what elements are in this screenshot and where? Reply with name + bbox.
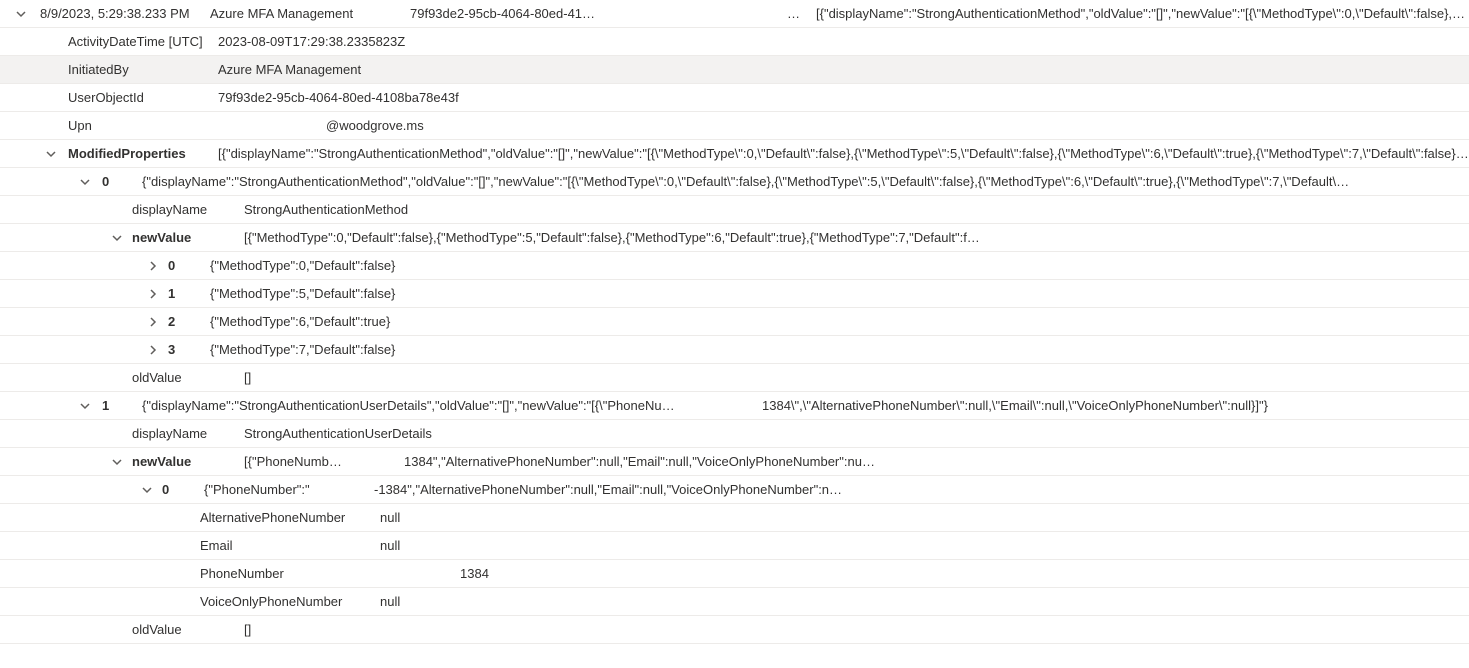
modified-item-1[interactable]: 1 {"displayName":"StrongAuthenticationUs…	[0, 392, 1469, 420]
field-value: @woodgrove.ms	[326, 118, 1469, 133]
field-value: null	[380, 510, 1469, 525]
field-value: 1384	[460, 566, 1469, 581]
idx-label: 2	[168, 314, 210, 329]
item0-newvalue[interactable]: newValue [{"MethodType":0,"Default":fals…	[0, 224, 1469, 252]
field-value: Azure MFA Management	[218, 62, 1469, 77]
item-summary-b: -1384","AlternativePhoneNumber":null,"Em…	[374, 482, 1469, 497]
item1-oldvalue: oldValue []	[0, 616, 1469, 644]
item0-newvalue-3[interactable]: 3 {"MethodType":7,"Default":false}	[0, 336, 1469, 364]
col-timestamp: 8/9/2023, 5:29:38.233 PM	[40, 6, 210, 21]
field-label: UserObjectId	[68, 90, 218, 105]
field-activitydatetime: ActivityDateTime [UTC] 2023-08-09T17:29:…	[0, 28, 1469, 56]
field-value: StrongAuthenticationUserDetails	[244, 426, 1469, 441]
chevron-down-icon[interactable]	[140, 483, 154, 497]
newvalue-summary-a: [{"PhoneNumber"	[244, 454, 344, 469]
col-json: [{"displayName":"StrongAuthenticationMet…	[816, 6, 1469, 21]
idx-label: 3	[168, 342, 210, 357]
chevron-down-icon[interactable]	[14, 7, 28, 21]
idx-label: 0	[162, 482, 204, 497]
item0-displayname: displayName StrongAuthenticationMethod	[0, 196, 1469, 224]
ud-email: Email null	[0, 532, 1469, 560]
newvalue-summary-b: 1384","AlternativePhoneNumber":null,"Ema…	[404, 454, 1469, 469]
field-label: ModifiedProperties	[68, 146, 218, 161]
field-label: newValue	[132, 230, 244, 245]
field-value: null	[380, 538, 1469, 553]
idx-label: 0	[168, 258, 210, 273]
field-label: newValue	[132, 454, 244, 469]
item1-newvalue[interactable]: newValue [{"PhoneNumber" 1384","Alternat…	[0, 448, 1469, 476]
item1-displayname: displayName StrongAuthenticationUserDeta…	[0, 420, 1469, 448]
record-header[interactable]: 8/9/2023, 5:29:38.233 PM Azure MFA Manag…	[0, 0, 1469, 28]
chevron-right-icon[interactable]	[146, 259, 160, 273]
field-label: oldValue	[132, 622, 244, 637]
field-value: [{"displayName":"StrongAuthenticationMet…	[218, 146, 1469, 161]
chevron-down-icon[interactable]	[78, 399, 92, 413]
chevron-down-icon[interactable]	[110, 455, 124, 469]
field-value: 2023-08-09T17:29:38.2335823Z	[218, 34, 1469, 49]
chevron-down-icon[interactable]	[78, 175, 92, 189]
field-label: InitiatedBy	[68, 62, 218, 77]
item-value: {"MethodType":5,"Default":false}	[210, 286, 1469, 301]
col-service: Azure MFA Management	[210, 6, 410, 21]
item-summary-a: {"PhoneNumber":"	[204, 482, 314, 497]
idx-label: 0	[102, 174, 142, 189]
item-summary-b: 1384\",\"AlternativePhoneNumber\":null,\…	[762, 398, 1469, 413]
field-upn: Upn @woodgrove.ms	[0, 112, 1469, 140]
item0-oldvalue: oldValue []	[0, 364, 1469, 392]
item0-newvalue-0[interactable]: 0 {"MethodType":0,"Default":false}	[0, 252, 1469, 280]
modified-item-0[interactable]: 0 {"displayName":"StrongAuthenticationMe…	[0, 168, 1469, 196]
item0-newvalue-1[interactable]: 1 {"MethodType":5,"Default":false}	[0, 280, 1469, 308]
field-label: PhoneNumber	[200, 566, 380, 581]
item-value: {"MethodType":7,"Default":false}	[210, 342, 1469, 357]
chevron-down-icon[interactable]	[110, 231, 124, 245]
field-label: oldValue	[132, 370, 244, 385]
field-label: ActivityDateTime [UTC]	[68, 34, 218, 49]
chevron-right-icon[interactable]	[146, 287, 160, 301]
field-label: displayName	[132, 202, 244, 217]
item0-newvalue-2[interactable]: 2 {"MethodType":6,"Default":true}	[0, 308, 1469, 336]
idx-label: 1	[102, 398, 142, 413]
field-label: Upn	[68, 118, 218, 133]
field-value: null	[380, 594, 1469, 609]
field-initiatedby: InitiatedBy Azure MFA Management	[0, 56, 1469, 84]
field-userobjectid: UserObjectId 79f93de2-95cb-4064-80ed-410…	[0, 84, 1469, 112]
chevron-right-icon[interactable]	[146, 315, 160, 329]
ud-voice: VoiceOnlyPhoneNumber null	[0, 588, 1469, 616]
idx-label: 1	[168, 286, 210, 301]
field-label: AlternativePhoneNumber	[200, 510, 380, 525]
field-label: displayName	[132, 426, 244, 441]
item-summary-a: {"displayName":"StrongAuthenticationUser…	[142, 398, 682, 413]
item-value: {"MethodType":6,"Default":true}	[210, 314, 1469, 329]
ud-alt: AlternativePhoneNumber null	[0, 504, 1469, 532]
field-value: []	[244, 370, 1469, 385]
field-value: []	[244, 622, 1469, 637]
ud-phone: PhoneNumber 1384	[0, 560, 1469, 588]
col-ellipsis: …	[770, 6, 800, 21]
field-value: StrongAuthenticationMethod	[244, 202, 1469, 217]
item1-newvalue-0[interactable]: 0 {"PhoneNumber":" -1384","AlternativePh…	[0, 476, 1469, 504]
field-value: [{"MethodType":0,"Default":false},{"Meth…	[244, 230, 1469, 245]
item-value: {"MethodType":0,"Default":false}	[210, 258, 1469, 273]
field-value: 79f93de2-95cb-4064-80ed-4108ba78e43f	[218, 90, 1469, 105]
chevron-down-icon[interactable]	[44, 147, 58, 161]
field-label: Email	[200, 538, 380, 553]
chevron-right-icon[interactable]	[146, 343, 160, 357]
field-label: VoiceOnlyPhoneNumber	[200, 594, 380, 609]
item-summary: {"displayName":"StrongAuthenticationMeth…	[142, 174, 1469, 189]
modified-properties[interactable]: ModifiedProperties [{"displayName":"Stro…	[0, 140, 1469, 168]
col-id: 79f93de2-95cb-4064-80ed-41…	[410, 6, 770, 21]
